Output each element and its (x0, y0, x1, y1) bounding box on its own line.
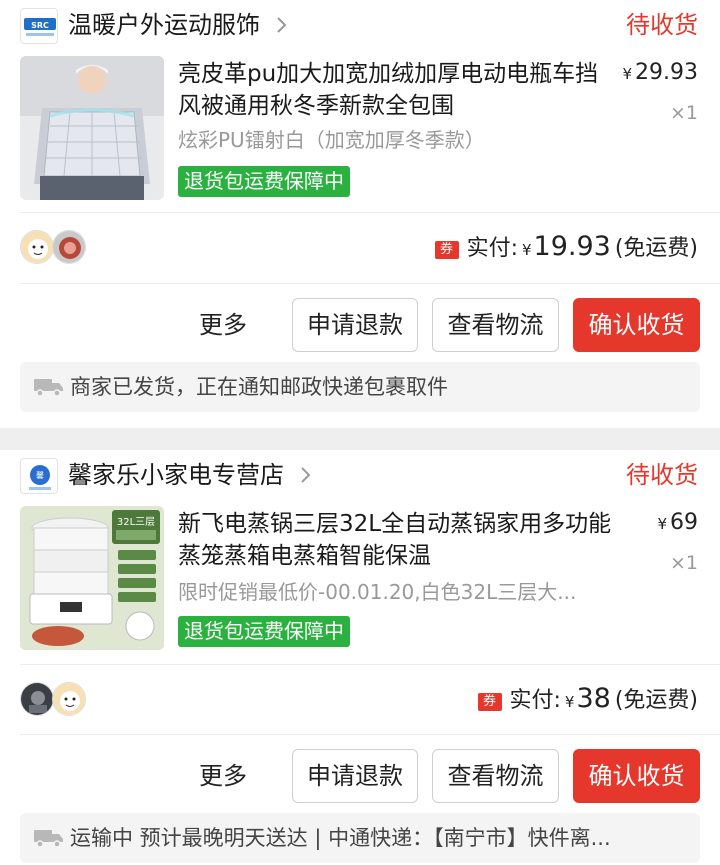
confirm-receipt-button[interactable]: 确认收货 (573, 749, 700, 803)
divider (20, 734, 720, 735)
product-image[interactable] (20, 56, 164, 200)
order-card: SRC 温暖户外运动服饰 待收货 亮皮革pu加大加宽加绒加厚电动电瓶车挡风被通用… (0, 0, 720, 428)
return-guarantee-badge: 退货包运费保障中 (178, 166, 350, 197)
product-spec: 限时促销最低价-00.01.20,白色32L三层大... (178, 580, 577, 604)
truck-icon (34, 830, 63, 848)
order-status: 待收货 (626, 461, 698, 489)
product-title[interactable]: 新飞电蒸锅三层32L全自动蒸锅家用多功能蒸笼蒸箱电蒸箱智能保温 (178, 508, 618, 572)
logistics-info-text: 运输中 预计最晚明天送达 | 中通快递：【南宁市】快件离... (70, 826, 611, 850)
view-logistics-button[interactable]: 查看物流 (432, 749, 559, 803)
truck-icon (34, 379, 63, 397)
avatar (20, 230, 54, 264)
request-refund-button[interactable]: 申请退款 (292, 749, 418, 803)
view-logistics-button[interactable]: 查看物流 (432, 298, 559, 352)
shop-name[interactable]: 温暖户外运动服饰 (68, 8, 260, 42)
paid-total: 券实付: ¥19.93 (免运费) (434, 230, 698, 267)
product-quantity: ×1 (669, 552, 698, 574)
avatar (52, 230, 86, 264)
shop-logo-icon: SRC (20, 8, 58, 44)
more-button[interactable]: 更多 (182, 749, 264, 803)
chevron-right-icon (301, 467, 311, 483)
product-price: ¥69 (657, 510, 698, 535)
paid-total: 券实付: ¥38 (免运费) (477, 682, 698, 719)
shop-logo-icon: 馨 (20, 458, 58, 494)
coupon-icon: 券 (477, 693, 502, 711)
svg-text:SRC: SRC (31, 21, 49, 30)
request-refund-button[interactable]: 申请退款 (292, 298, 418, 352)
coupon-icon: 券 (434, 241, 459, 259)
avatar (52, 682, 86, 716)
shop-header[interactable]: 馨 馨家乐小家电专营店 待收货 (0, 450, 720, 502)
divider (20, 212, 720, 213)
chevron-right-icon (277, 17, 287, 33)
return-guarantee-badge: 退货包运费保障中 (178, 616, 350, 647)
svg-text:馨: 馨 (36, 471, 44, 480)
svg-text:32L三层: 32L三层 (117, 516, 155, 528)
shop-header[interactable]: SRC 温暖户外运动服饰 待收货 (0, 0, 720, 52)
logistics-info-bar[interactable]: 运输中 预计最晚明天送达 | 中通快递：【南宁市】快件离... (20, 813, 700, 863)
confirm-receipt-button[interactable]: 确认收货 (573, 298, 700, 352)
order-card: 馨 馨家乐小家电专营店 待收货 32L三层 新飞电蒸锅三层32L全自动蒸锅家用多… (0, 450, 720, 865)
order-status: 待收货 (626, 11, 698, 39)
divider (20, 283, 720, 284)
divider (20, 664, 720, 665)
logistics-info-text: 商家已发货，正在通知邮政快递包裹取件 (70, 375, 448, 399)
shop-name[interactable]: 馨家乐小家电专营店 (68, 458, 284, 492)
product-quantity: ×1 (669, 102, 698, 124)
more-button[interactable]: 更多 (182, 298, 264, 352)
logistics-info-bar[interactable]: 商家已发货，正在通知邮政快递包裹取件 (20, 362, 700, 412)
product-spec: 炫彩PU镭射白（加宽加厚冬季款） (178, 128, 485, 152)
product-price: ¥29.93 (622, 60, 698, 85)
product-image[interactable]: 32L三层 (20, 506, 164, 650)
product-title[interactable]: 亮皮革pu加大加宽加绒加厚电动电瓶车挡风被通用秋冬季新款全包围 (178, 58, 618, 122)
avatar (20, 682, 54, 716)
